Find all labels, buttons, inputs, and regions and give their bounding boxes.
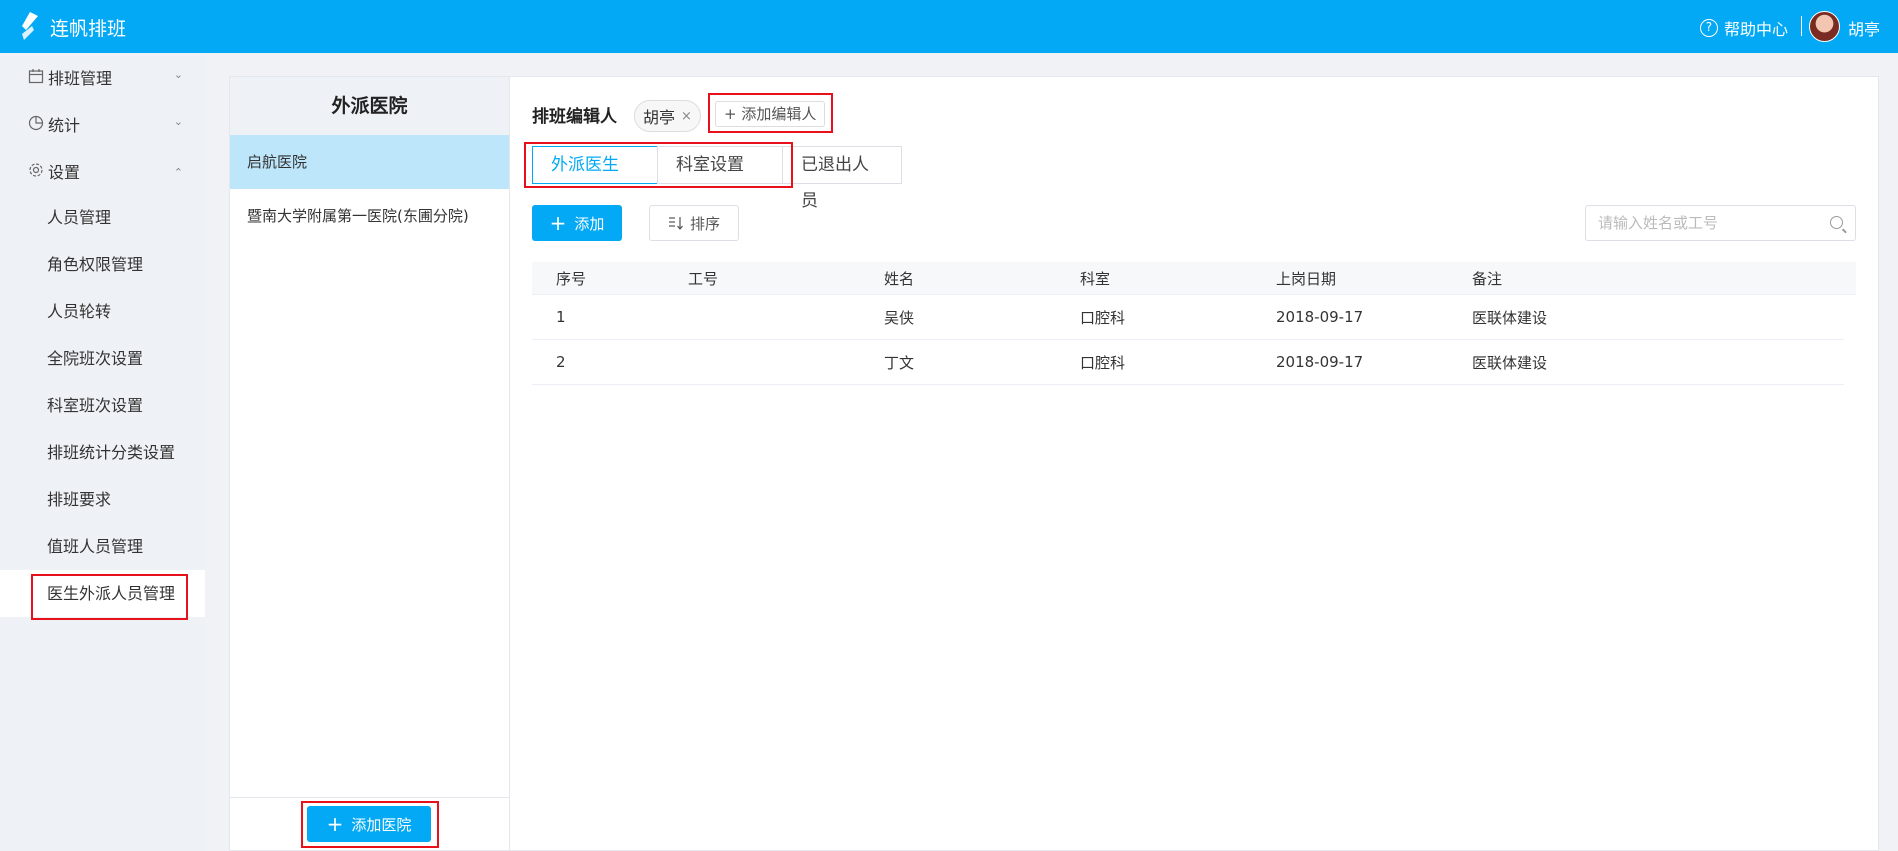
app-brand: 连帆排班 xyxy=(50,18,127,40)
chevron-down-icon: ⌄ xyxy=(173,115,183,128)
menu-settings[interactable]: 设置 ⌃ xyxy=(0,147,205,194)
cell-department: 口腔科 xyxy=(1080,353,1126,372)
schedule-editor-label: 排班编辑人 xyxy=(532,107,617,127)
cell-start-date: 2018-09-17 xyxy=(1276,353,1364,371)
highlight-box xyxy=(524,142,793,188)
avatar[interactable] xyxy=(1809,11,1840,42)
editor-tag: 胡亭 × xyxy=(634,100,701,132)
help-center-link[interactable]: ? 帮助中心 xyxy=(1699,16,1788,40)
highlight-box xyxy=(301,801,439,848)
column-header: 工号 xyxy=(688,269,719,288)
editor-tag-label: 胡亭 xyxy=(643,108,676,127)
search-icon[interactable] xyxy=(1830,216,1843,229)
column-header: 姓名 xyxy=(884,269,915,288)
highlight-box xyxy=(708,93,833,133)
chevron-down-icon: ⌄ xyxy=(173,68,183,81)
username[interactable]: 胡亭 xyxy=(1848,16,1880,40)
highlight-box xyxy=(31,574,188,620)
column-header: 科室 xyxy=(1080,269,1111,288)
hospital-item[interactable]: 暨南大学附属第一医院(东圃分院) xyxy=(230,189,509,243)
menu-label: 设置 xyxy=(48,162,81,182)
column-header: 上岗日期 xyxy=(1276,269,1337,288)
cell-index: 1 xyxy=(556,308,566,326)
column-header: 序号 xyxy=(556,269,587,288)
add-button[interactable]: + 添加 xyxy=(532,205,622,241)
hospital-list-footer: + 添加医院 xyxy=(230,797,509,851)
cell-remark: 医联体建设 xyxy=(1472,308,1548,327)
menu-label: 排班管理 xyxy=(48,68,113,88)
sidebar-item-schedule-requirements[interactable]: 排班要求 xyxy=(0,476,205,523)
search-input[interactable] xyxy=(1586,206,1816,240)
sidebar-item-hospital-shifts[interactable]: 全院班次设置 xyxy=(0,335,205,382)
close-icon[interactable]: × xyxy=(681,109,692,124)
gear-icon xyxy=(27,162,45,180)
table-header: 序号 工号 姓名 科室 上岗日期 备注 xyxy=(532,262,1856,295)
cell-remark: 医联体建设 xyxy=(1472,353,1548,372)
divider xyxy=(1801,16,1802,36)
tab-exited-staff[interactable]: 已退出人员 xyxy=(782,146,902,211)
cell-name: 丁文 xyxy=(884,353,915,372)
sidebar-item-staff-management[interactable]: 人员管理 xyxy=(0,194,205,241)
main-panel: 外派医院 启航医院 暨南大学附属第一医院(东圃分院) + 添加医院 排班编辑人 … xyxy=(229,76,1879,851)
hospital-list-title: 外派医院 xyxy=(230,77,509,135)
cell-index: 2 xyxy=(556,353,566,371)
search-box xyxy=(1585,205,1856,241)
sidebar-item-staff-rotation[interactable]: 人员轮转 xyxy=(0,288,205,335)
logo-icon xyxy=(22,12,38,40)
plus-icon: + xyxy=(549,211,567,235)
top-bar: 连帆排班 ? 帮助中心 胡亭 xyxy=(0,0,1898,53)
sidebar-item-role-permissions[interactable]: 角色权限管理 xyxy=(0,241,205,288)
table-row[interactable]: 1 吴侠 口腔科 2018-09-17 医联体建设 xyxy=(532,295,1844,340)
sort-button[interactable]: 排序 xyxy=(649,205,739,241)
sidebar-item-department-shifts[interactable]: 科室班次设置 xyxy=(0,382,205,429)
pie-chart-icon xyxy=(27,115,45,133)
cell-department: 口腔科 xyxy=(1080,308,1126,327)
menu-statistics[interactable]: 统计 ⌄ xyxy=(0,100,205,147)
calendar-icon xyxy=(27,68,45,86)
column-header: 备注 xyxy=(1472,269,1503,288)
table-row[interactable]: 2 丁文 口腔科 2018-09-17 医联体建设 xyxy=(532,340,1844,385)
chevron-up-icon: ⌃ xyxy=(173,166,183,179)
staff-table: 序号 工号 姓名 科室 上岗日期 备注 1 吴侠 口腔科 2018-09-17 … xyxy=(532,262,1856,385)
help-label: 帮助中心 xyxy=(1723,20,1788,39)
sort-label: 排序 xyxy=(689,214,720,233)
sidebar: 排班管理 ⌄ 统计 ⌄ 设置 ⌃ 人员管理 角色权限管理 人员轮转 全院班次设置… xyxy=(0,53,205,851)
add-label: 添加 xyxy=(574,214,605,233)
help-icon: ? xyxy=(1699,19,1718,37)
cell-name: 吴侠 xyxy=(884,308,915,327)
hospital-item[interactable]: 启航医院 xyxy=(230,135,509,189)
sidebar-item-duty-staff[interactable]: 值班人员管理 xyxy=(0,523,205,570)
menu-schedule-management[interactable]: 排班管理 ⌄ xyxy=(0,53,205,100)
cell-start-date: 2018-09-17 xyxy=(1276,308,1364,326)
hospital-list-panel: 外派医院 启航医院 暨南大学附属第一医院(东圃分院) + 添加医院 xyxy=(230,77,510,851)
menu-label: 统计 xyxy=(48,115,81,135)
sort-icon xyxy=(668,217,683,230)
sidebar-item-stat-categories[interactable]: 排班统计分类设置 xyxy=(0,429,205,476)
